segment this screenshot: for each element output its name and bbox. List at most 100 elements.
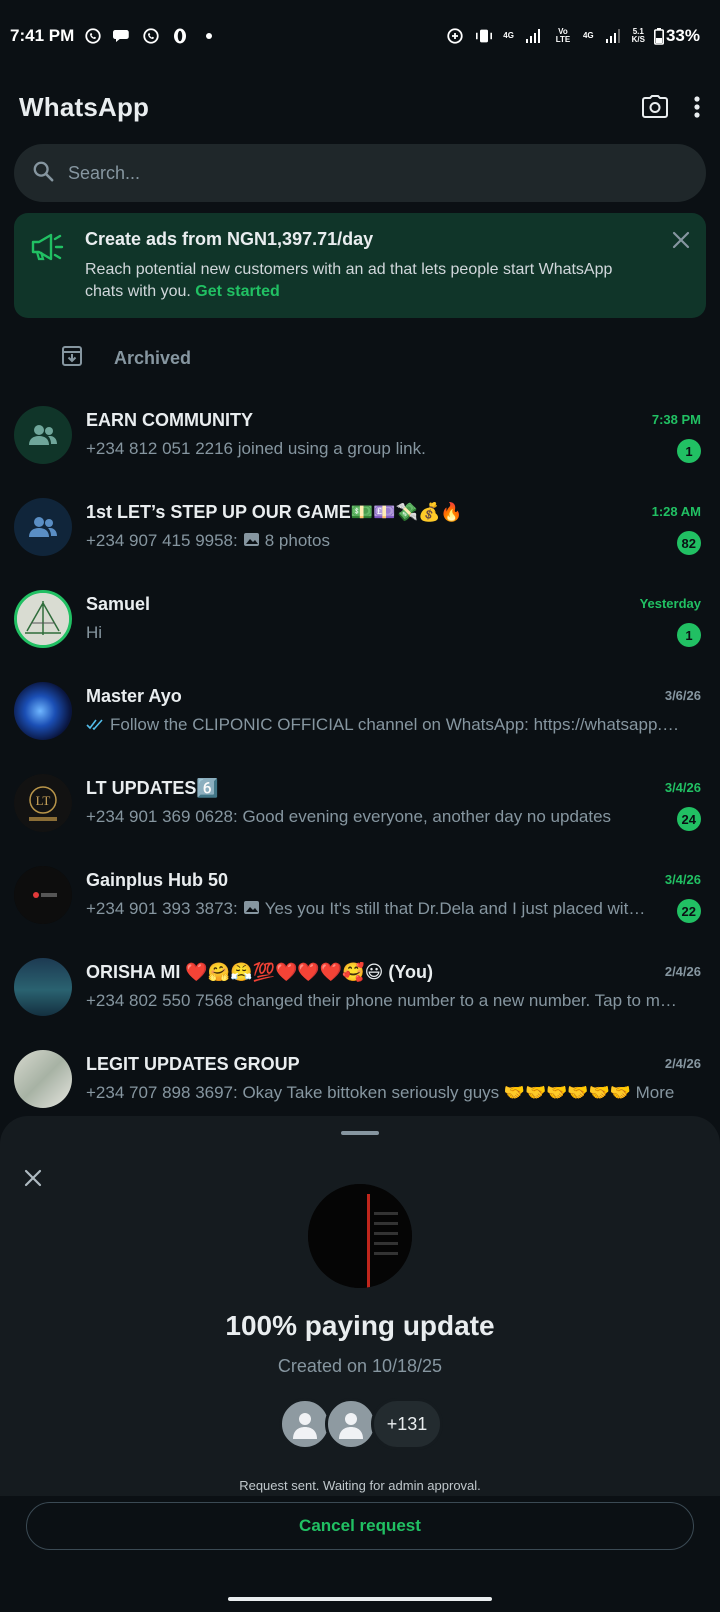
contact-avatar: [14, 1050, 72, 1108]
get-started-link[interactable]: Get started: [195, 283, 279, 300]
signal-icon-2: [603, 26, 623, 46]
unread-badge: 24: [676, 807, 701, 831]
search-bar[interactable]: [14, 144, 706, 202]
app-bar: WhatsApp: [0, 72, 720, 142]
chat-time: 3/4/26: [664, 780, 701, 795]
group-avatar: [308, 1184, 412, 1288]
archive-icon: [60, 344, 84, 373]
signal-icon-1: [523, 26, 543, 46]
ad-title: Create ads from NGN1,397.71/day: [85, 229, 374, 249]
sheet-drag-handle[interactable]: [341, 1131, 379, 1135]
archived-row[interactable]: Archived: [0, 330, 720, 386]
search-icon: [32, 160, 54, 187]
search-input[interactable]: [68, 162, 668, 184]
chat-name: 1st LET’s STEP UP OUR GAME💵💷💸💰🔥: [86, 502, 463, 522]
camera-icon[interactable]: [642, 95, 668, 119]
group-avatar-icon: [14, 498, 72, 556]
app-title: WhatsApp: [19, 91, 150, 122]
chat-name: Samuel: [86, 594, 151, 614]
chat-time: 2/4/26: [664, 964, 701, 979]
message-text: +234 707 898 3697: Okay Take bittoken se…: [86, 1083, 675, 1102]
chat-time: 3/6/26: [664, 688, 701, 703]
ad-description: Reach potential new customers with an ad…: [85, 261, 613, 300]
message-text: Yes you It's still that Dr.Dela and I ju…: [264, 899, 651, 918]
chat-last-message: +234 901 369 0628: Good evening everyone…: [86, 807, 612, 826]
chat-last-message: +234 901 393 3873: Yes you It's still th…: [86, 899, 651, 919]
unread-badge: 82: [676, 531, 701, 555]
chat-last-message: Hi: [86, 623, 103, 642]
photo-icon: [243, 899, 259, 919]
svg-text:LT: LT: [36, 793, 51, 808]
battery-percent: 33%: [665, 26, 700, 45]
group-avatar-icon: [14, 406, 72, 464]
request-status: Request sent. Waiting for admin approval…: [239, 1478, 481, 1493]
network-type-1: 4G: [503, 31, 514, 40]
unread-badge: 1: [677, 623, 701, 647]
chat-time: 2/4/26: [664, 1056, 701, 1071]
group-name: 100% paying update: [225, 1310, 495, 1341]
contact-avatar: [14, 958, 72, 1016]
more-options-icon[interactable]: [694, 96, 700, 118]
chat-name: LT UPDATES6️⃣: [86, 778, 219, 798]
contact-avatar: [14, 866, 72, 924]
chat-item-legit-updates[interactable]: LEGIT UPDATES GROUP 2/4/26 +234 707 898 …: [0, 1036, 720, 1128]
ad-banner[interactable]: Create ads from NGN1,397.71/day Reach po…: [14, 213, 706, 318]
chat-last-message: +234 707 898 3697: Okay Take bittoken se…: [86, 1083, 674, 1103]
chat-item-step-up-game[interactable]: 1st LET’s STEP UP OUR GAME💵💷💸💰🔥 1:28 AM …: [0, 484, 720, 576]
status-bar: 7:41 PM 4G Vo LTE 4G 5.1 K/S 33%: [0, 0, 720, 72]
chat-last-message: Follow the CLIPONIC OFFICIAL channel on …: [86, 715, 686, 735]
whatsapp-notification-icon: [83, 26, 103, 46]
chat-name: Gainplus Hub 50: [86, 870, 229, 890]
cancel-request-button[interactable]: Cancel request: [26, 1502, 694, 1550]
member-avatars: +131: [279, 1398, 443, 1450]
message-sender: +234 907 415 9958:: [86, 531, 238, 550]
chat-time: 7:38 PM: [651, 412, 701, 427]
group-created-date: Created on 10/18/25: [277, 1356, 443, 1376]
chat-last-message: +234 907 415 9958: 8 photos: [86, 531, 330, 551]
group-join-sheet: 100% paying update Created on 10/18/25 +…: [0, 1116, 720, 1496]
status-time: 7:41 PM: [10, 26, 75, 45]
chat-list: EARN COMMUNITY 7:38 PM +234 812 051 2216…: [0, 392, 720, 1128]
chat-item-earn-community[interactable]: EARN COMMUNITY 7:38 PM +234 812 051 2216…: [0, 392, 720, 484]
chat-name: LEGIT UPDATES GROUP: [86, 1054, 300, 1074]
opera-icon: [170, 26, 190, 46]
network-type-2: 4G: [582, 31, 594, 40]
chat-name: ORISHA MI ❤️🤗😤💯❤️❤️❤️🥰😃 (You): [86, 962, 434, 982]
chat-item-lt-updates[interactable]: LT LT UPDATES6️⃣ 3/4/26 +234 901 369 062…: [0, 760, 720, 852]
double-check-icon: [86, 715, 104, 735]
ad-body: Reach potential new customers with an ad…: [85, 259, 650, 303]
network-speed: 5.1 K/S: [632, 28, 645, 44]
close-icon[interactable]: [672, 231, 690, 254]
volte-indicator: Vo LTE: [555, 27, 571, 44]
chat-name: EARN COMMUNITY: [86, 410, 253, 430]
chat-last-message: +234 812 051 2216 joined using a group l…: [86, 439, 426, 458]
chat-item-samuel[interactable]: Samuel Yesterday Hi 1: [0, 576, 720, 668]
chat-time: Yesterday: [639, 596, 701, 611]
battery-icon: [653, 27, 664, 45]
unread-badge: 22: [676, 899, 701, 923]
more-notifications-dot-icon: [199, 26, 219, 46]
message-text: Follow the CLIPONIC OFFICIAL channel on …: [110, 715, 686, 734]
data-saver-icon: [445, 26, 465, 46]
close-icon[interactable]: [21, 1166, 45, 1195]
message-sender: +234 901 393 3873:: [86, 899, 238, 918]
vibrate-icon: [474, 26, 494, 46]
member-avatar: [279, 1398, 331, 1450]
megaphone-icon: [30, 233, 64, 266]
member-count: +131: [371, 1398, 443, 1450]
chat-item-orisha-mi[interactable]: ORISHA MI ❤️🤗😤💯❤️❤️❤️🥰😃 (You) 2/4/26 +23…: [0, 944, 720, 1036]
contact-avatar: [14, 590, 72, 648]
contact-avatar: LT: [14, 774, 72, 832]
message-text: 8 photos: [264, 531, 330, 550]
message-text: +234 802 550 7568 changed their phone nu…: [86, 991, 686, 1010]
chat-item-gainplus-hub[interactable]: Gainplus Hub 50 3/4/26 +234 901 393 3873…: [0, 852, 720, 944]
contact-avatar: [14, 682, 72, 740]
gesture-nav-bar[interactable]: [228, 1597, 492, 1601]
chat-item-master-ayo[interactable]: Master Ayo 3/6/26 Follow the CLIPONIC OF…: [0, 668, 720, 760]
battery: 33%: [653, 26, 700, 46]
unread-badge: 1: [677, 439, 701, 463]
photo-icon: [243, 531, 259, 551]
chat-notification-icon: [112, 26, 132, 46]
archived-label: Archived: [114, 347, 192, 368]
whatsapp-notification-icon-2: [141, 26, 161, 46]
